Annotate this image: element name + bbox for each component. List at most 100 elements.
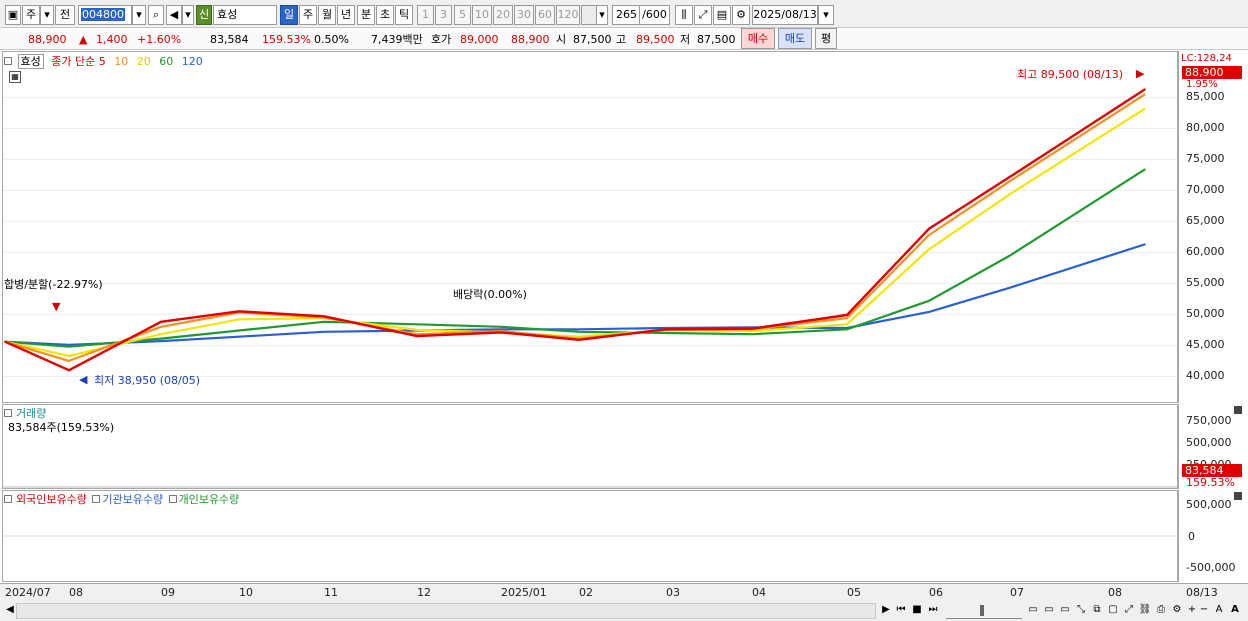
unit-year-button[interactable]: 년 [337,5,355,25]
ma60-point [578,331,580,333]
ma120-legend[interactable]: 120 [182,55,203,68]
resize-icon[interactable]: ⤢ [1122,603,1136,619]
interval-5-button[interactable]: 5 [454,5,471,25]
individual-handle-icon[interactable] [168,495,177,503]
ma20-point [238,318,240,321]
stock-tab[interactable]: 효성 [17,54,44,69]
price-change: 1,400 [96,33,128,46]
layout-icon-2[interactable]: ▭ [1042,603,1056,619]
speaker-icon[interactable]: ◀ [166,5,182,25]
font-up-icon[interactable]: A [1228,603,1242,619]
window-icon-2[interactable]: ▢ [1106,603,1120,619]
ma120-line [4,243,1146,346]
ma10-point [928,234,930,236]
holdings-handle-icon[interactable] [4,495,12,503]
ma20-legend[interactable]: 20 [137,55,151,68]
ma10-legend[interactable]: 10 [114,55,128,68]
ma5-legend[interactable]: 5 [99,55,106,68]
unit-week-button[interactable]: 주 [299,5,317,25]
ma20-point [846,323,848,326]
link-icon[interactable]: ⛓ [1138,603,1152,619]
ma10-point [1144,93,1146,96]
ma120-point [238,335,240,338]
table-icon[interactable]: ▦ [9,71,21,83]
gear-icon[interactable]: ⚙ [732,5,750,25]
unit-second-button[interactable]: 초 [376,5,394,25]
institution-holdings-legend[interactable]: 기관보유수량 [102,493,163,506]
date-axis-bar: 2024/07 08 09 10 11 12 2025/01 02 03 04 … [0,583,1248,621]
candle-type-icon[interactable]: ⫼ [675,5,693,25]
calendar-icon[interactable]: ▾ [818,5,834,25]
low-label: 저 [680,33,691,46]
save-icon[interactable]: ▤ [713,5,731,25]
layout-icon-1[interactable]: ▭ [1026,603,1040,619]
interval-30-button[interactable]: 30 [514,5,534,25]
interval-dropdown-icon[interactable]: ▾ [596,5,608,25]
chevron-down-icon[interactable]: ▾ [40,5,54,25]
window-icon[interactable]: ▣ [5,5,21,25]
scroll-right-icon[interactable]: ▶ [880,603,892,619]
prev-button[interactable]: 전 [55,5,75,25]
unit-tick-button[interactable]: 틱 [395,5,413,25]
zoom-slider-thumb[interactable] [980,605,984,616]
code-dropdown-icon[interactable]: ▾ [132,5,146,25]
speaker-dropdown-icon[interactable]: ▾ [182,5,194,25]
date-label-11: 06 [929,586,943,599]
stop-icon[interactable]: ■ [910,603,924,619]
unit-minute-button[interactable]: 분 [357,5,375,25]
print-icon[interactable]: ⎙ [1154,603,1168,619]
volume-handle-icon[interactable] [4,409,12,417]
interval-10-button[interactable]: 10 [472,5,492,25]
sell-button[interactable]: 매도 [778,28,812,49]
unit-month-button[interactable]: 월 [318,5,336,25]
date-label-6: 2025/01 [501,586,547,599]
volume-close-icon[interactable] [1234,406,1242,414]
volume-canvas[interactable] [3,405,1177,488]
price-axis-50000: 50,000 [1186,307,1225,320]
draw-tool-icon[interactable]: ⤢ [694,5,712,25]
eval-button[interactable]: 평 [815,28,837,49]
chart-settings-icon[interactable]: ⚙ [1170,603,1184,619]
search-icon[interactable]: ⌕ [148,5,164,25]
interval-60-button[interactable]: 60 [535,5,555,25]
panel-handle-icon[interactable] [4,57,12,65]
ma20-point [578,335,580,338]
ma60-legend[interactable]: 60 [159,55,173,68]
holdings-close-icon[interactable] [1234,492,1242,500]
up-arrow-icon: ▲ [79,33,88,46]
zoom-out-icon[interactable]: − [1198,603,1210,619]
count-total: /600 [640,5,670,25]
interval-3-button[interactable]: 3 [435,5,452,25]
stock-name-field[interactable]: 효성 [213,5,277,25]
ma-legend-title[interactable]: 종가 단순 [51,55,95,68]
rewind-icon[interactable]: ⏮ [894,603,908,619]
ma5-point [416,335,418,337]
font-down-icon[interactable]: A [1212,603,1226,619]
institution-handle-icon[interactable] [92,495,101,503]
scroll-left-icon[interactable]: ◀ [4,603,16,619]
interval-1-button[interactable]: 1 [417,5,434,25]
foreign-holdings-legend[interactable]: 외국인보유수량 [16,493,87,506]
copy-icon[interactable]: ⧉ [1090,603,1104,619]
buy-button[interactable]: 매수 [741,28,775,49]
stock-code-input[interactable]: 004800 [78,5,132,25]
period-dropdown[interactable]: 주 [22,5,40,25]
zoom-slider[interactable] [946,603,1022,619]
count-input[interactable]: 265 [612,5,640,25]
layout-icon-3[interactable]: ▭ [1058,603,1072,619]
fast-forward-icon[interactable]: ⏭ [926,603,940,619]
price-axis-55000: 55,000 [1186,276,1225,289]
hold-axis-neg500000: -500,000 [1186,561,1236,574]
price-axis-85000: 85,000 [1186,90,1225,103]
interval-20-button[interactable]: 20 [493,5,513,25]
individual-holdings-legend[interactable]: 개인보유수량 [179,493,240,506]
interval-120-button[interactable]: 120 [556,5,580,25]
draw-line-icon[interactable]: ⤡ [1074,603,1088,619]
date-input[interactable]: 2025/08/13 [752,5,818,25]
unit-day-button[interactable]: 일 [280,5,298,25]
ma5-point [578,339,580,341]
date-label-8: 03 [666,586,680,599]
horizontal-scrollbar[interactable] [16,603,876,619]
zoom-in-icon[interactable]: + [1186,603,1198,619]
price-chart-canvas[interactable]: ▼ ◀ ▶ [3,52,1177,402]
